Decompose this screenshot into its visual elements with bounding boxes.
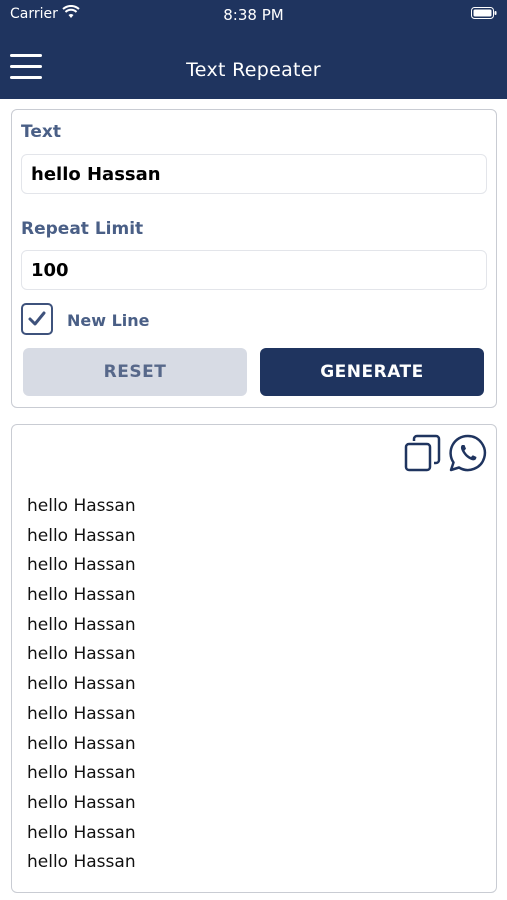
new-line-label: New Line <box>67 311 150 330</box>
output-line: hello Hassan <box>27 644 136 665</box>
output-line: hello Hassan <box>27 703 136 724</box>
output-line: hello Hassan <box>27 822 136 843</box>
new-line-checkbox[interactable] <box>21 303 53 335</box>
output-line: hello Hassan <box>27 733 136 754</box>
output-card: hello Hassan hello Hassan hello Hassan hell… <box>11 424 497 893</box>
generate-button[interactable]: GENERATE <box>260 348 484 396</box>
checkmark-icon <box>28 311 46 326</box>
output-line: hello Hassan <box>27 585 136 606</box>
output-line: hello Hassan <box>27 792 136 813</box>
copy-icon[interactable] <box>403 433 443 473</box>
output-line: hello Hassan <box>27 674 136 695</box>
reset-button[interactable]: RESET <box>23 348 247 396</box>
output-line: hello Hassan <box>27 763 136 784</box>
input-card: Text Repeat Limit New Line RESET GENERAT… <box>11 109 497 408</box>
output-line: hello Hassan <box>27 525 136 546</box>
output-line: hello Hassan <box>27 555 136 576</box>
text-label: Text <box>21 122 61 142</box>
repeat-limit-label: Repeat Limit <box>21 219 144 239</box>
battery-icon <box>471 7 497 19</box>
page-title: Text Repeater <box>186 59 321 81</box>
output-text: hello Hassan hello Hassan hello Hassan hell… <box>27 492 486 878</box>
status-time: 8:38 PM <box>223 6 284 24</box>
text-input[interactable] <box>21 154 487 194</box>
output-line: hello Hassan <box>27 852 136 873</box>
repeat-limit-input[interactable] <box>21 250 487 290</box>
status-bar: Carrier 8:38 PM <box>0 0 507 30</box>
output-line: hello Hassan <box>27 496 136 516</box>
output-line: hello Hassan <box>27 614 136 635</box>
nav-bar: Text Repeater <box>0 30 507 99</box>
whatsapp-icon[interactable] <box>448 433 488 473</box>
